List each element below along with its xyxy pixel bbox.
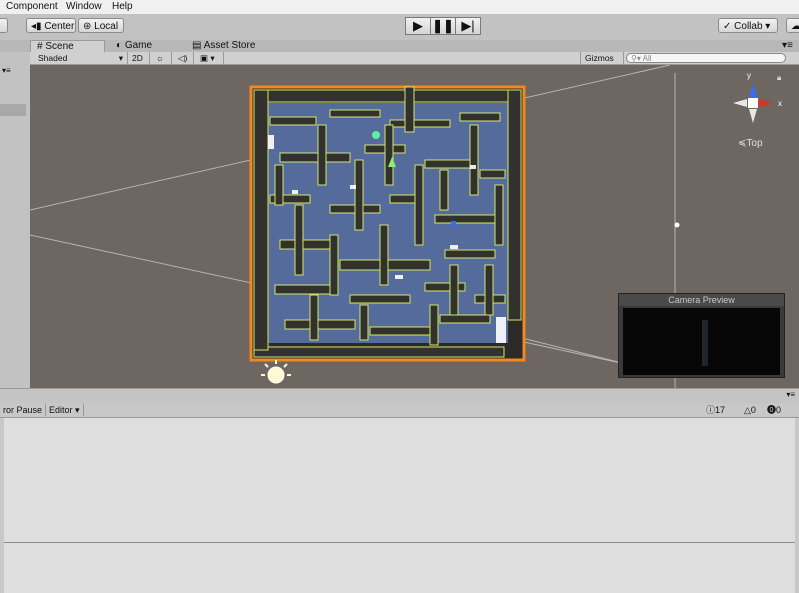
pivot-icon: ◂▮ [31,21,42,32]
console-log-area[interactable] [4,418,795,593]
shading-mode-dropdown[interactable]: Shaded ▾ [34,52,128,64]
editor-dropdown[interactable]: Editor ▾ [46,404,84,416]
cloud-icon: ☁ [791,21,799,32]
panel-splitter[interactable]: ▾≡ [0,388,799,404]
audio-toggle[interactable]: ◁) [174,52,194,64]
pause-button[interactable]: ❚❚ [430,17,456,35]
warning-count: 0 [750,405,756,415]
warning-filter-button[interactable]: △0 [744,404,756,416]
camera-preview-title: Camera Preview [619,294,784,306]
pause-icon: ❚❚ [432,18,454,33]
tab-game[interactable]: ◐ Game [110,40,158,52]
game-icon: ◐ [116,40,123,51]
error-icon: ⓿ [767,405,777,415]
error-filter-button[interactable]: ⓿0 [767,404,781,416]
error-count: 0 [776,405,782,415]
grid-icon: # [37,41,43,52]
view-label[interactable]: ≼Top [738,138,763,149]
console-divider[interactable] [4,542,795,543]
camera-preview-panel: Camera Preview [618,293,785,378]
panel-menu-icon[interactable]: ▾≡ [786,390,795,399]
warning-icon: △ [744,405,751,415]
mode-2d-label: 2D [132,53,143,63]
tab-asset-store[interactable]: ▤ Asset Store [186,40,261,52]
gizmo-axis-x: x [778,99,782,108]
effects-dropdown[interactable]: ▣ ▾ [196,52,224,64]
orientation-gizmo[interactable] [733,83,773,123]
info-icon: ⓘ [706,405,716,415]
panel-menu-icon[interactable]: ▾≡ [2,66,26,76]
player-marker[interactable] [372,131,380,139]
main-toolbar: ◂▮ Center ⊛ Local ▶ ❚❚ ▶| ✓ Collab ▾ ☁ [0,14,799,41]
collab-label: Collab ▾ [734,21,771,32]
gizmos-label: Gizmos [585,53,614,63]
lock-icon[interactable]: 🔒︎ [777,73,781,83]
hierarchy-selected-row[interactable] [0,104,26,116]
lighting-toggle[interactable]: ☼ [152,52,172,64]
check-circle-icon: ✓ [723,21,732,32]
menu-window[interactable]: Window [66,0,102,13]
error-pause-toggle[interactable]: ror Pause [0,404,47,416]
play-icon: ▶ [413,18,423,33]
preview-object [702,320,708,366]
space-local-button[interactable]: ⊛ Local [78,18,124,33]
scene-toolbar: Shaded ▾ 2D ☼ ◁) ▣ ▾ Gizmos ▾ ⚲▾ All [30,52,799,75]
transform-tool-button[interactable] [0,18,8,33]
tab-game-label: Game [124,40,153,51]
image-icon: ▣ ▾ [200,53,215,63]
search-input[interactable]: ⚲▾ All [626,53,786,63]
hierarchy-panel-edge: ▾≡ [0,52,30,388]
console-toolbar: ror Pause Editor ▾ ⓘ17 △0 ⓿0 [0,403,799,418]
search-placeholder: All [642,54,652,63]
menu-bar: Component Window Help [0,0,799,14]
step-button[interactable]: ▶| [455,17,481,35]
tab-scene-label: Scene [45,41,74,52]
panel-menu-icon[interactable]: ▾≡ [776,40,799,52]
tab-scene[interactable]: # Scene [30,40,105,52]
menu-help[interactable]: Help [112,0,133,13]
cloud-button[interactable]: ☁ [786,18,799,33]
gizmo-axis-y: y [747,71,751,80]
chevron-down-icon: ▾ [118,53,123,63]
store-icon: ▤ [192,40,202,51]
camera-handle[interactable] [674,222,680,228]
view-label-text: Top [746,138,763,149]
menu-component[interactable]: Component [6,0,58,13]
collab-button[interactable]: ✓ Collab ▾ [718,18,778,33]
camera-preview-image [623,308,780,375]
log-filter-button[interactable]: ⓘ17 [706,404,725,416]
search-icon: ⚲▾ [631,54,641,63]
sun-icon: ☼ [156,53,164,63]
log-count: 17 [715,405,726,415]
space-label: Local [94,21,119,32]
maze-object[interactable] [249,85,526,362]
directional-light-icon[interactable] [261,360,291,384]
speaker-icon: ◁) [178,53,188,63]
toggle-2d-button[interactable]: 2D [128,52,150,64]
tab-strip: # Scene ◐ Game ▤ Asset Store ▾≡ [0,40,799,52]
pivot-label: Center [44,21,75,32]
step-icon: ▶| [461,18,475,33]
shading-label: Shaded [38,53,68,63]
gizmos-dropdown[interactable]: Gizmos ▾ [580,52,624,75]
tab-asset-store-label: Asset Store [203,40,256,51]
local-icon: ⊛ [83,21,92,32]
play-button[interactable]: ▶ [405,17,431,35]
pivot-center-button[interactable]: ◂▮ Center [26,18,76,33]
